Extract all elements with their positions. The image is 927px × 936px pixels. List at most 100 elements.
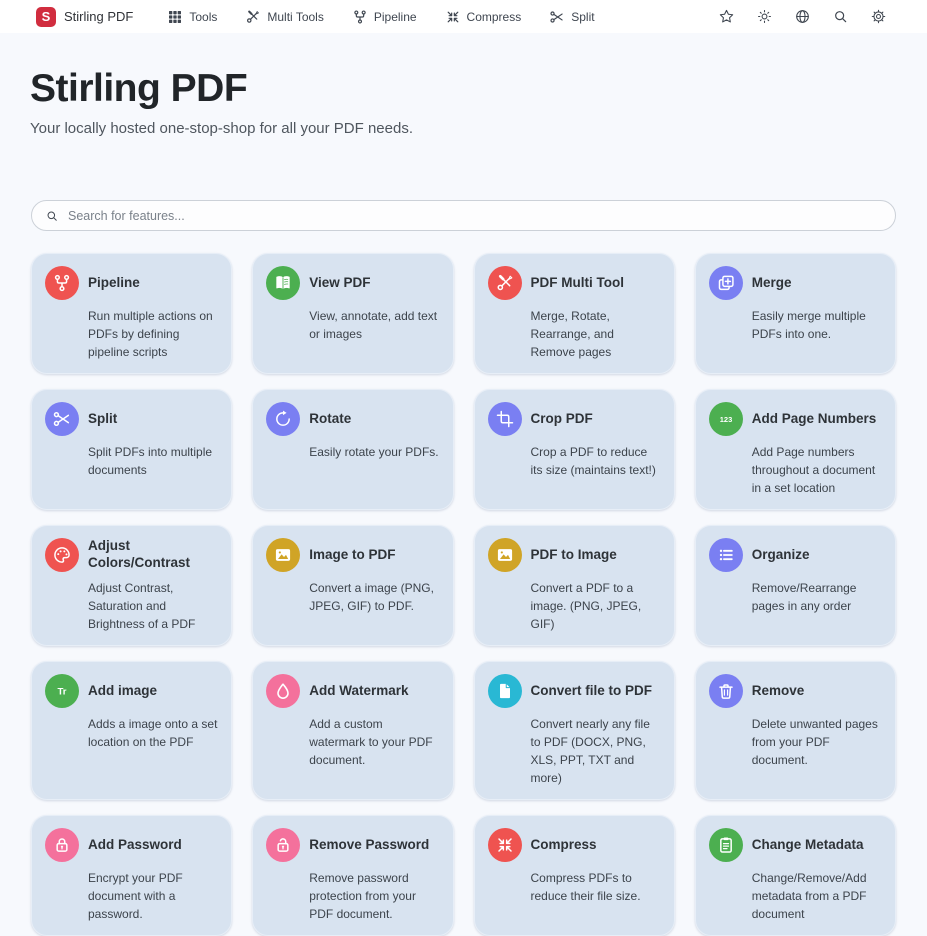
tool-card-add-watermark[interactable]: Add Watermark Add a custom watermark to y… bbox=[252, 661, 453, 800]
favourites-star-icon[interactable] bbox=[718, 8, 735, 25]
nav-item-multi-tools[interactable]: Multi Tools bbox=[245, 9, 323, 25]
card-header: Crop PDF bbox=[488, 402, 661, 436]
pipeline-icon bbox=[352, 9, 368, 25]
card-description: Crop a PDF to reduce its size (maintains… bbox=[531, 443, 661, 479]
pipeline-icon bbox=[45, 266, 79, 300]
card-title: Remove Password bbox=[309, 837, 429, 854]
navbar-actions bbox=[718, 8, 887, 25]
tool-card-remove[interactable]: Remove Delete unwanted pages from your PD… bbox=[695, 661, 896, 800]
language-globe-icon[interactable] bbox=[794, 8, 811, 25]
card-description: Remove password protection from your PDF… bbox=[309, 869, 439, 923]
tool-card-remove-password[interactable]: Remove Password Remove password protectio… bbox=[252, 815, 453, 936]
book-icon bbox=[266, 266, 300, 300]
card-description: Remove/Rearrange pages in any order bbox=[752, 579, 882, 615]
compress-icon bbox=[445, 9, 461, 25]
compress-icon bbox=[488, 828, 522, 862]
settings-gear-icon[interactable] bbox=[870, 8, 887, 25]
feature-search-bar[interactable] bbox=[31, 200, 896, 231]
card-description: Encrypt your PDF document with a passwor… bbox=[88, 869, 218, 923]
card-header: Adjust Colors/Contrast bbox=[45, 538, 218, 572]
tool-card-view-pdf[interactable]: View PDF View, annotate, add text or imag… bbox=[252, 253, 453, 374]
nav-item-split[interactable]: Split bbox=[549, 9, 594, 25]
tool-card-grid: Pipeline Run multiple actions on PDFs by … bbox=[31, 253, 896, 936]
card-description: Easily rotate your PDFs. bbox=[309, 443, 439, 461]
card-description: Easily merge multiple PDFs into one. bbox=[752, 307, 882, 343]
clipboard-icon bbox=[709, 828, 743, 862]
grid-icon bbox=[167, 9, 183, 25]
card-description: View, annotate, add text or images bbox=[309, 307, 439, 343]
rotate-icon bbox=[266, 402, 300, 436]
search-input[interactable] bbox=[68, 209, 882, 223]
card-title: Rotate bbox=[309, 411, 351, 428]
merge-icon bbox=[709, 266, 743, 300]
card-header: Change Metadata bbox=[709, 828, 882, 862]
card-description: Add a custom watermark to your PDF docum… bbox=[309, 715, 439, 769]
card-description: Run multiple actions on PDFs by defining… bbox=[88, 307, 218, 361]
card-header: Pipeline bbox=[45, 266, 218, 300]
page-title: Stirling PDF bbox=[30, 67, 897, 111]
tool-card-add-page-numbers[interactable]: 123Add Page NumbersAdd Page numbers thro… bbox=[695, 389, 896, 510]
card-title: Remove bbox=[752, 683, 805, 700]
tool-card-crop-pdf[interactable]: Crop PDF Crop a PDF to reduce its size (m… bbox=[474, 389, 675, 510]
tool-card-add-password[interactable]: Add PasswordEncrypt your PDF document wi… bbox=[31, 815, 232, 936]
tool-card-pdf-multi-tool[interactable]: PDF Multi Tool Merge, Rotate, Rearrange, … bbox=[474, 253, 675, 374]
card-title: View PDF bbox=[309, 275, 370, 292]
brand-home-link[interactable]: S Stirling PDF bbox=[36, 7, 133, 27]
theme-sun-icon[interactable] bbox=[756, 8, 773, 25]
card-description: Delete unwanted pages from your PDF docu… bbox=[752, 715, 882, 769]
card-header: Remove bbox=[709, 674, 882, 708]
search-icon[interactable] bbox=[832, 8, 849, 25]
tool-card-organize[interactable]: Organize Remove/Rearrange pages in any or… bbox=[695, 525, 896, 646]
stirling-logo-icon: S bbox=[36, 7, 56, 27]
hero-section: Stirling PDF Your locally hosted one-sto… bbox=[0, 67, 927, 137]
card-title: Pipeline bbox=[88, 275, 140, 292]
crop-icon bbox=[488, 402, 522, 436]
nav-item-tools[interactable]: Tools bbox=[167, 9, 217, 25]
page-subtitle: Your locally hosted one-stop-shop for al… bbox=[30, 120, 897, 137]
lock-icon bbox=[45, 828, 79, 862]
card-description: Adds a image onto a set location on the … bbox=[88, 715, 218, 751]
tool-card-pdf-to-image[interactable]: PDF to Image Convert a PDF to a image. (P… bbox=[474, 525, 675, 646]
card-header: Split bbox=[45, 402, 218, 436]
card-title: Compress bbox=[531, 837, 597, 854]
nav-item-label: Tools bbox=[189, 10, 217, 24]
card-description: Merge, Rotate, Rearrange, and Remove pag… bbox=[531, 307, 661, 361]
tool-card-add-image[interactable]: TrAdd image Adds a image onto a set locat… bbox=[31, 661, 232, 800]
card-description: Compress PDFs to reduce their file size. bbox=[531, 869, 661, 905]
tool-card-rotate[interactable]: Rotate Easily rotate your PDFs. bbox=[252, 389, 453, 510]
scissors-icon bbox=[45, 402, 79, 436]
card-header: Rotate bbox=[266, 402, 439, 436]
tool-card-convert-file-to-pdf[interactable]: Convert file to PDFConvert nearly any fi… bbox=[474, 661, 675, 800]
nav-item-pipeline[interactable]: Pipeline bbox=[352, 9, 417, 25]
scissors-icon bbox=[549, 9, 565, 25]
svg-text:123: 123 bbox=[719, 415, 732, 424]
card-title: Image to PDF bbox=[309, 547, 395, 564]
tool-card-adjust-colors-contrast[interactable]: Adjust Colors/ContrastAdjust Contrast, S… bbox=[31, 525, 232, 646]
card-header: Convert file to PDF bbox=[488, 674, 661, 708]
nav-item-compress[interactable]: Compress bbox=[445, 9, 522, 25]
card-header: TrAdd image bbox=[45, 674, 218, 708]
image-icon bbox=[488, 538, 522, 572]
card-description: Change/Remove/Add metadata from a PDF do… bbox=[752, 869, 882, 923]
tool-card-split[interactable]: SplitSplit PDFs into multiple documents bbox=[31, 389, 232, 510]
card-description: Convert a PDF to a image. (PNG, JPEG, GI… bbox=[531, 579, 661, 633]
nav-item-label: Multi Tools bbox=[267, 10, 323, 24]
list-icon bbox=[709, 538, 743, 572]
tool-card-change-metadata[interactable]: Change Metadata Change/Remove/Add metadat… bbox=[695, 815, 896, 936]
nav-item-label: Split bbox=[571, 10, 594, 24]
card-header: Merge bbox=[709, 266, 882, 300]
tool-card-compress[interactable]: Compress Compress PDFs to reduce their fi… bbox=[474, 815, 675, 936]
droplet-icon bbox=[266, 674, 300, 708]
card-title: Crop PDF bbox=[531, 411, 593, 428]
nav-item-label: Pipeline bbox=[374, 10, 417, 24]
tool-card-image-to-pdf[interactable]: Image to PDFConvert a image (PNG, JPEG, … bbox=[252, 525, 453, 646]
tool-card-pipeline[interactable]: Pipeline Run multiple actions on PDFs by … bbox=[31, 253, 232, 374]
card-header: PDF Multi Tool bbox=[488, 266, 661, 300]
card-title: Organize bbox=[752, 547, 810, 564]
card-title: Add Watermark bbox=[309, 683, 408, 700]
palette-icon bbox=[45, 538, 79, 572]
card-header: PDF to Image bbox=[488, 538, 661, 572]
card-title: Add Page Numbers bbox=[752, 411, 877, 428]
tool-card-merge[interactable]: Merge Easily merge multiple PDFs into one… bbox=[695, 253, 896, 374]
numbers-icon: 123 bbox=[709, 402, 743, 436]
